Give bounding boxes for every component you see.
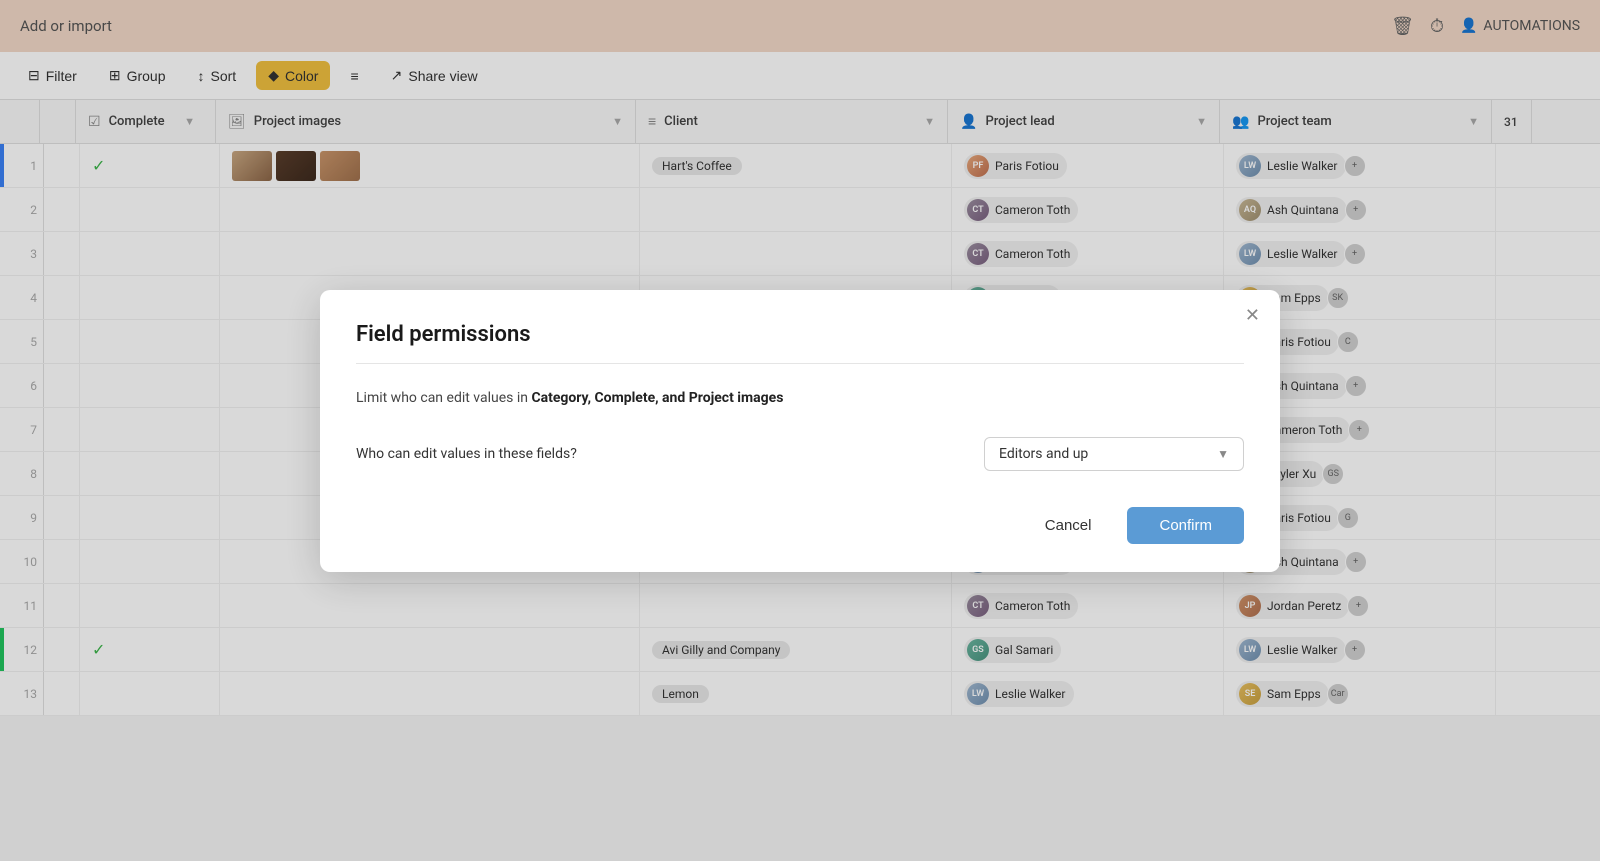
permissions-dropdown[interactable]: Editors and up ▼ [984,437,1244,471]
cancel-button[interactable]: Cancel [1021,507,1116,544]
modal-divider [356,363,1244,364]
field-permissions-modal: ✕ Field permissions Limit who can edit v… [320,290,1280,572]
modal-overlay: ✕ Field permissions Limit who can edit v… [0,0,1600,861]
modal-title: Field permissions [356,322,1244,347]
confirm-button[interactable]: Confirm [1127,507,1244,544]
modal-fields: Category, Complete, and Project images [531,390,783,406]
modal-actions: Cancel Confirm [356,507,1244,544]
modal-question: Who can edit values in these fields? [356,446,960,462]
chevron-down-icon: ▼ [1217,447,1229,461]
modal-question-row: Who can edit values in these fields? Edi… [356,437,1244,471]
modal-description: Limit who can edit values in Category, C… [356,388,1244,409]
modal-close-button[interactable]: ✕ [1245,306,1260,324]
